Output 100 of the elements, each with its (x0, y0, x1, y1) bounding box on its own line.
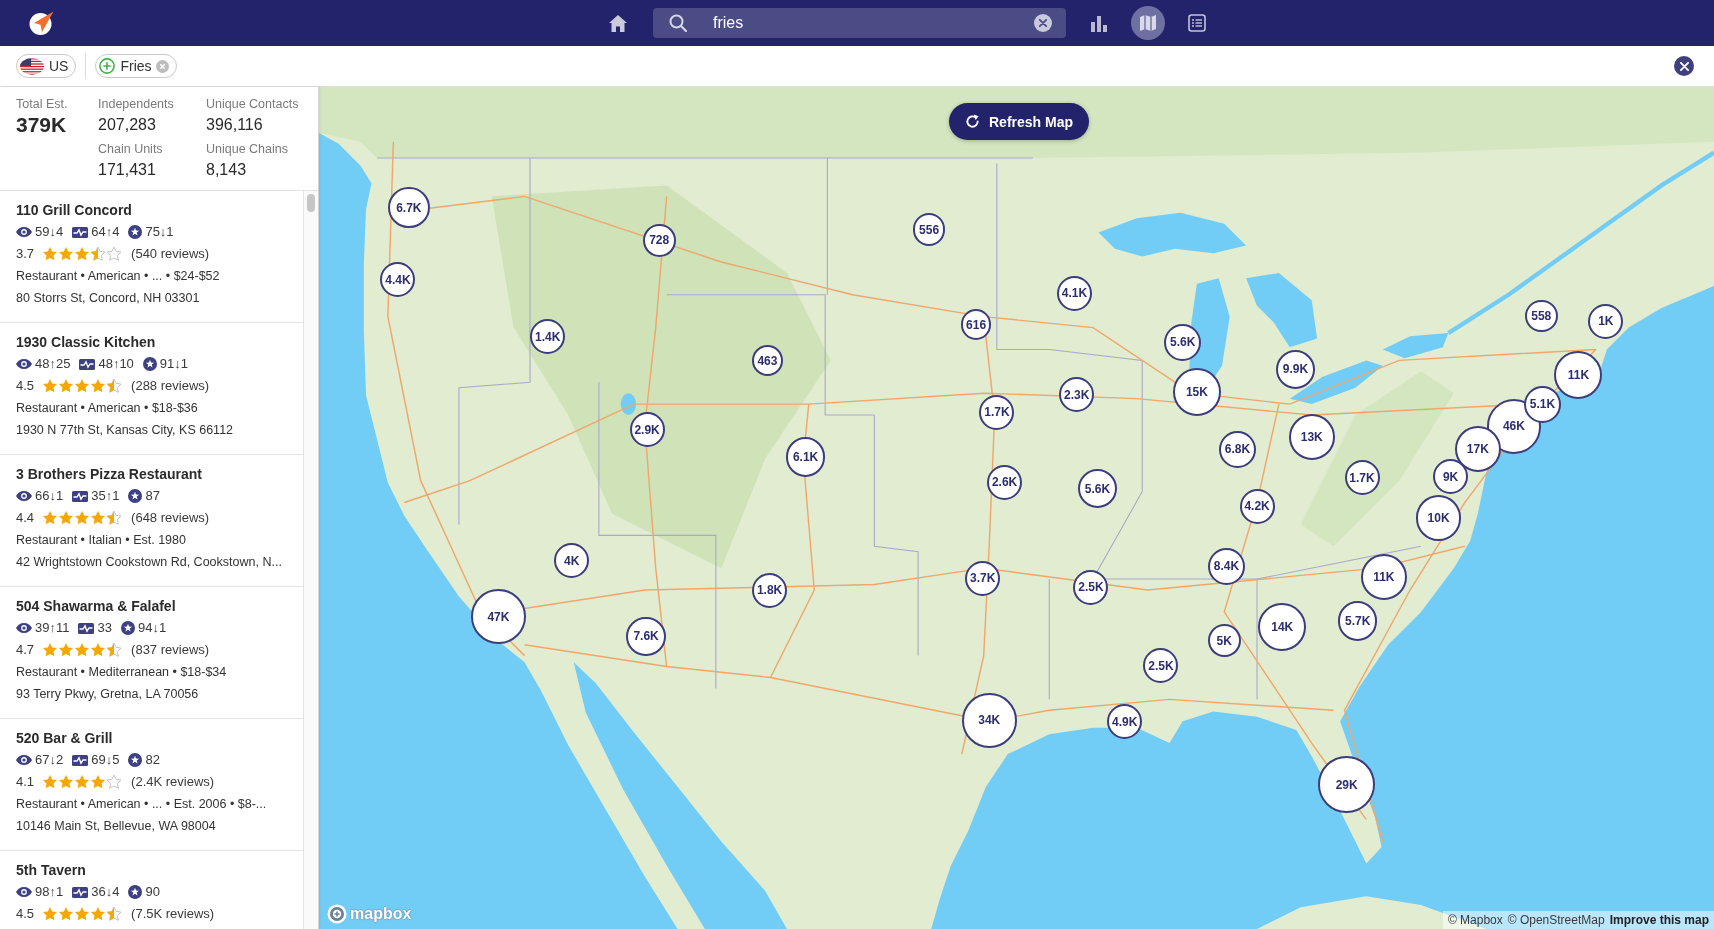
bar-chart-icon (1090, 14, 1108, 32)
metric-value: 39↑11 (35, 619, 70, 637)
eye-icon (16, 623, 32, 633)
listing-address: 10146 Main St, Bellevue, WA 98004 (16, 818, 216, 835)
filter-chip[interactable]: Fries (95, 54, 177, 78)
star-badge-icon (128, 225, 143, 239)
flag-icon (20, 57, 44, 75)
listing-category: Restaurant • Italian • Est. 1980 (16, 532, 186, 549)
metric-value: 33 (97, 619, 112, 637)
star-icon (91, 379, 106, 393)
star-icon (75, 643, 90, 657)
map-view-button[interactable] (1131, 6, 1165, 40)
eye-icon (16, 491, 32, 501)
attribution-link[interactable]: © Mapbox (1447, 913, 1503, 927)
star-icon (43, 511, 58, 525)
metric-value: 48↑10 (98, 355, 134, 373)
star-icon (91, 643, 106, 657)
listing-item[interactable]: 1930 Classic Kitchen 48↑25 48↑10 91↓1 4.5 (288 reviews) Restaurant • American • $18-$36 1930 N 77th St, Kansas City, KS 66112 (0, 323, 303, 455)
metric-value: 64↑4 (91, 223, 120, 241)
review-count: (540 reviews) (131, 245, 210, 263)
listing-item[interactable]: 110 Grill Concord 59↓4 64↑4 75↓1 3.7 (540 reviews) Restaurant • American • ... • $24-$52 80 Storrs St, Concord, NH 03301 (0, 191, 303, 323)
map-icon (1139, 14, 1157, 32)
region-chip[interactable]: US (16, 54, 77, 78)
logo-icon[interactable] (29, 10, 55, 36)
search-icon (669, 14, 687, 32)
review-count: (837 reviews) (131, 641, 210, 659)
listing-item[interactable]: 3 Brothers Pizza Restaurant 66↓1 35↑1 87 4.4 (648 reviews) Restaurant • Italian • Est. 1980 42 Wrightstown Cookstown Rd, Cookstown, N... (0, 455, 303, 587)
activity-card-icon (72, 754, 89, 766)
listing-category: Restaurant • American • ... • Est. 2006 • $8-... (16, 796, 267, 813)
listing-name: 3 Brothers Pizza Restaurant (16, 465, 202, 484)
metric-value: 36↓4 (91, 883, 120, 901)
stat-value: 207,283 (98, 115, 157, 135)
listing-category: Restaurant • American • $18-$36 (16, 400, 198, 417)
star-icon (43, 247, 58, 261)
metric-value: 87 (145, 487, 160, 505)
refresh-map-button[interactable]: Refresh Map (949, 103, 1089, 140)
stat-label: Unique Chains (206, 141, 289, 158)
review-count: (648 reviews) (131, 509, 210, 527)
star-icon (75, 775, 90, 789)
listing-name: 1930 Classic Kitchen (16, 333, 156, 352)
logo-icon (327, 904, 347, 924)
metric-value: 90 (145, 883, 160, 901)
metric-value: 67↓2 (35, 751, 64, 769)
scrollbar-thumb[interactable] (307, 194, 315, 212)
refresh-icon (965, 114, 980, 129)
star-icon (43, 379, 58, 393)
rating-value: 4.5 (16, 377, 35, 395)
listing-name: 520 Bar & Grill (16, 729, 113, 748)
list-icon (1188, 14, 1206, 32)
listing-address: 1930 N 77th St, Kansas City, KS 66112 (16, 422, 234, 439)
listing-name: 504 Shawarma & Falafel (16, 597, 176, 616)
review-count: (288 reviews) (131, 377, 210, 395)
stat-label: Chain Units (98, 141, 164, 158)
eye-icon (16, 755, 32, 765)
eye-icon (16, 227, 32, 237)
activity-card-icon (72, 226, 89, 238)
search-field[interactable]: fries (653, 8, 1066, 38)
attribution-link[interactable]: © OpenStreetMap (1507, 913, 1605, 927)
listing-category: Restaurant • Mediterranean • $18-$34 (16, 664, 227, 681)
listing-item[interactable]: 5th Tavern 98↑1 36↓4 90 4.5 (7.5K reviews) (0, 851, 303, 929)
listing-address: 93 Terry Pkwy, Gretna, LA 70056 (16, 686, 199, 703)
close-button[interactable] (1674, 56, 1694, 76)
review-count: (2.4K reviews) (131, 773, 215, 791)
star-icon (59, 247, 74, 261)
metric-value: 35↑1 (91, 487, 120, 505)
rating-value: 4.4 (16, 509, 35, 527)
star-badge-icon (128, 885, 143, 899)
metric-value: 59↓4 (35, 223, 64, 241)
star-icon (91, 775, 106, 789)
star-badge-icon (120, 621, 135, 635)
listing-address: 42 Wrightstown Cookstown Rd, Cookstown, N... (16, 554, 282, 571)
star-icon (75, 247, 90, 261)
clear-icon[interactable] (1034, 14, 1052, 32)
star-badge-icon (142, 357, 157, 371)
star-icon (75, 379, 90, 393)
stat-label: Unique Contacts (206, 96, 300, 113)
stat-label: Total Est. (16, 96, 69, 113)
star-icon (75, 511, 90, 525)
metric-value: 48↑25 (35, 355, 71, 373)
star-icon (43, 907, 58, 921)
activity-card-icon (79, 358, 96, 370)
star-icon (107, 775, 122, 789)
star-icon (91, 247, 106, 261)
listing-category: Restaurant • American • ... • $24-$52 (16, 268, 220, 285)
close-icon (1679, 61, 1689, 71)
star-badge-icon (128, 753, 143, 767)
star-icon (75, 907, 90, 921)
home-icon[interactable] (609, 14, 627, 32)
stat-value: 171,431 (98, 160, 157, 180)
metric-value: 91↓1 (159, 355, 189, 373)
attribution-link[interactable]: Improve this map (1609, 913, 1709, 927)
star-icon (43, 643, 58, 657)
star-badge-icon (128, 489, 143, 503)
listing-item[interactable]: 520 Bar & Grill 67↓2 69↓5 82 4.1 (2.4K reviews) Restaurant • American • ... • Est. 2006 • $8-... 10146 Main St, Bellevue, WA 98004 (0, 719, 303, 851)
activity-card-icon (78, 622, 95, 634)
star-icon (107, 907, 122, 921)
star-icon (107, 379, 122, 393)
plus-circle-icon (99, 58, 116, 74)
listing-item[interactable]: 504 Shawarma & Falafel 39↑11 33 94↓1 4.7 (837 reviews) Restaurant • Mediterranean • $18-$34 93 Terry Pkwy, Gretna, LA 70056 (0, 587, 303, 719)
stat-value: 396,116 (206, 115, 264, 135)
